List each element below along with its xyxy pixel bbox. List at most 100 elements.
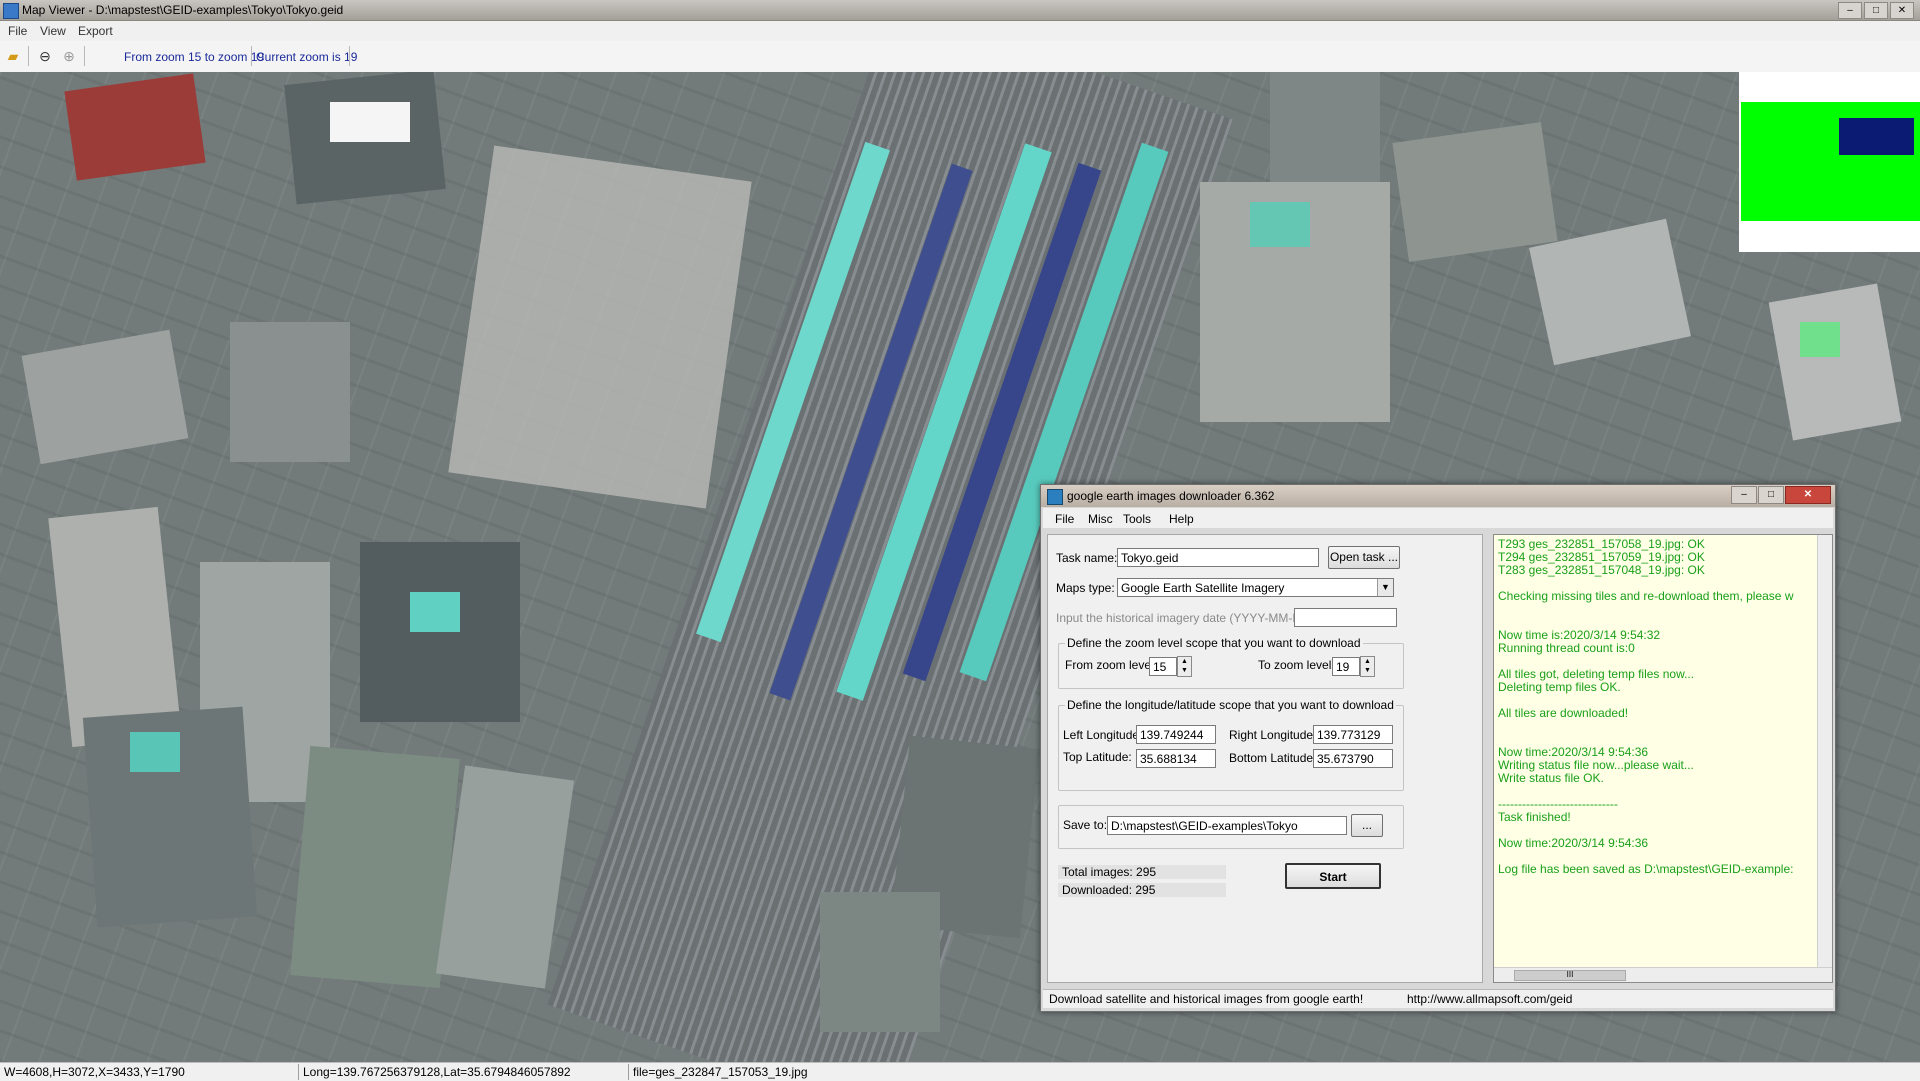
left-longitude-field[interactable]: 139.749244 bbox=[1136, 725, 1216, 744]
top-latitude-field[interactable]: 35.688134 bbox=[1136, 749, 1216, 768]
to-zoom-label: To zoom level bbox=[1258, 658, 1332, 672]
menu-view[interactable]: View bbox=[40, 24, 66, 38]
right-longitude-field[interactable]: 139.773129 bbox=[1313, 725, 1393, 744]
dialog-menu-tools[interactable]: Tools bbox=[1123, 512, 1151, 526]
dialog-statusbar: Download satellite and historical images… bbox=[1043, 989, 1833, 1008]
map-building bbox=[1270, 72, 1380, 182]
zoom-out-icon[interactable]: ⊖ bbox=[36, 48, 54, 64]
toolbar-separator bbox=[84, 46, 85, 66]
log-line: Now time:2020/3/14 9:54:36 bbox=[1498, 836, 1649, 850]
map-viewer-titlebar: Map Viewer - D:\mapstest\GEID-examples\T… bbox=[0, 0, 1920, 21]
minimize-button[interactable]: – bbox=[1838, 2, 1862, 19]
menubar: File View Export bbox=[0, 21, 1920, 41]
menu-export[interactable]: Export bbox=[78, 24, 113, 38]
maps-type-value: Google Earth Satellite Imagery bbox=[1121, 581, 1285, 595]
map-building bbox=[64, 73, 206, 181]
window-controls: – □ ✕ bbox=[1838, 2, 1914, 19]
dialog-minimize-button[interactable]: – bbox=[1731, 486, 1757, 504]
bottom-latitude-field[interactable]: 35.673790 bbox=[1313, 749, 1393, 768]
toolbar-separator bbox=[349, 46, 350, 66]
dialog-menu-help[interactable]: Help bbox=[1169, 512, 1194, 526]
zoom-range-text: From zoom 15 to zoom 19 bbox=[124, 50, 265, 64]
log-scroll-thumb[interactable]: III bbox=[1514, 970, 1626, 981]
total-images-text: Total images: 295 bbox=[1062, 865, 1157, 879]
task-name-label: Task name: bbox=[1056, 551, 1118, 565]
top-latitude-label: Top Latitude: bbox=[1063, 750, 1132, 764]
task-name-field[interactable]: Tokyo.geid bbox=[1117, 548, 1319, 567]
dialog-app-icon bbox=[1047, 489, 1063, 505]
map-plaza bbox=[448, 145, 752, 509]
save-to-label: Save to: bbox=[1063, 818, 1108, 832]
current-zoom-text: Current zoom is 19 bbox=[256, 50, 358, 64]
app-icon bbox=[3, 3, 19, 19]
dialog-menu-misc[interactable]: Misc bbox=[1088, 512, 1113, 526]
status-divider bbox=[298, 1064, 299, 1080]
status-file: file=ges_232847_157053_19.jpg bbox=[633, 1065, 808, 1079]
maps-type-label: Maps type: bbox=[1056, 581, 1115, 595]
menu-file[interactable]: File bbox=[8, 24, 27, 38]
log-line: Now time:2020/3/14 9:54:36 bbox=[1498, 745, 1649, 759]
log-line: Writing status file now...please wait... bbox=[1498, 758, 1694, 772]
map-building bbox=[21, 329, 189, 465]
log-line: ------------------------------ bbox=[1498, 797, 1618, 811]
chevron-down-icon[interactable]: ▼ bbox=[1377, 579, 1393, 596]
dialog-status-message: Download satellite and historical images… bbox=[1049, 992, 1364, 1006]
settings-panel: Task name: Tokyo.geid Open task ... Maps… bbox=[1047, 534, 1483, 983]
browse-button[interactable]: ... bbox=[1351, 814, 1383, 837]
dialog-titlebar: google earth images downloader 6.362 – □… bbox=[1041, 485, 1835, 507]
dialog-maximize-button[interactable]: □ bbox=[1758, 486, 1784, 504]
dialog-window-controls: – □ ✕ bbox=[1731, 486, 1831, 504]
bottom-latitude-label: Bottom Latitude: bbox=[1229, 751, 1317, 765]
log-vertical-scrollbar[interactable] bbox=[1817, 535, 1832, 967]
log-line: Checking missing tiles and re-download t… bbox=[1498, 589, 1794, 603]
historical-date-field[interactable] bbox=[1294, 608, 1397, 627]
open-task-button[interactable]: Open task ... bbox=[1328, 546, 1400, 569]
toolbar: ▰ ⊖ ⊕ From zoom 15 to zoom 19 Current zo… bbox=[0, 41, 1920, 73]
lonlat-scope-group: Define the longitude/latitude scope that… bbox=[1058, 698, 1404, 791]
log-line: T293 ges_232851_157058_19.jpg: OK bbox=[1498, 537, 1705, 551]
dialog-status-url[interactable]: http://www.allmapsoft.com/geid bbox=[1407, 992, 1572, 1006]
statusbar: W=4608,H=3072,X=3433,Y=1790 Long=139.767… bbox=[0, 1062, 1920, 1081]
dialog-menubar: File Misc Tools Help bbox=[1043, 508, 1833, 528]
map-building bbox=[290, 745, 460, 989]
from-zoom-label: From zoom level bbox=[1065, 658, 1154, 672]
log-line: Log file has been saved as D:\mapstest\G… bbox=[1498, 862, 1794, 876]
left-longitude-label: Left Longitude: bbox=[1063, 728, 1143, 742]
dialog-menu-file[interactable]: File bbox=[1055, 512, 1074, 526]
map-rooftop bbox=[1250, 202, 1310, 247]
map-building bbox=[330, 102, 410, 142]
to-zoom-field[interactable]: 19 bbox=[1332, 657, 1360, 676]
right-longitude-label: Right Longitude: bbox=[1229, 728, 1317, 742]
status-divider bbox=[628, 1064, 629, 1080]
zoom-scope-title: Define the zoom level scope that you wan… bbox=[1065, 636, 1363, 650]
to-zoom-stepper[interactable]: ▲ ▼ bbox=[1360, 656, 1375, 677]
log-line: Deleting temp files OK. bbox=[1498, 680, 1621, 694]
map-rooftop bbox=[130, 732, 180, 772]
downloaded-text: Downloaded: 295 bbox=[1062, 883, 1156, 897]
dialog-close-button[interactable]: ✕ bbox=[1785, 486, 1831, 504]
window-title: Map Viewer - D:\mapstest\GEID-examples\T… bbox=[22, 3, 344, 17]
log-panel[interactable]: T293 ges_232851_157058_19.jpg: OK T294 ge… bbox=[1493, 534, 1833, 983]
from-zoom-stepper[interactable]: ▲ ▼ bbox=[1177, 656, 1192, 677]
start-button[interactable]: Start bbox=[1285, 863, 1381, 889]
status-coordinates: Long=139.767256379128,Lat=35.67948460578… bbox=[303, 1065, 571, 1079]
overview-minimap[interactable] bbox=[1739, 72, 1920, 252]
log-line: All tiles are downloaded! bbox=[1498, 706, 1629, 720]
minimap-viewport[interactable] bbox=[1839, 118, 1914, 155]
dialog-title: google earth images downloader 6.362 bbox=[1067, 489, 1275, 503]
maximize-button[interactable]: □ bbox=[1864, 2, 1888, 19]
maps-type-select[interactable]: Google Earth Satellite Imagery ▼ bbox=[1117, 578, 1394, 597]
downloader-dialog: google earth images downloader 6.362 – □… bbox=[1040, 484, 1836, 1012]
map-building bbox=[1392, 122, 1558, 262]
map-building bbox=[48, 506, 182, 748]
zoom-in-icon[interactable]: ⊕ bbox=[60, 48, 78, 64]
log-line: Write status file OK. bbox=[1498, 771, 1604, 785]
save-to-field[interactable]: D:\mapstest\GEID-examples\Tokyo bbox=[1107, 816, 1347, 835]
map-rooftop bbox=[1800, 322, 1840, 357]
historical-date-label: Input the historical imagery date (YYYY-… bbox=[1056, 611, 1317, 625]
from-zoom-field[interactable]: 15 bbox=[1149, 657, 1177, 676]
log-horizontal-scrollbar[interactable]: III bbox=[1494, 967, 1832, 982]
close-button[interactable]: ✕ bbox=[1890, 2, 1914, 19]
open-folder-icon[interactable]: ▰ bbox=[4, 48, 22, 64]
log-line: Task finished! bbox=[1498, 810, 1571, 824]
